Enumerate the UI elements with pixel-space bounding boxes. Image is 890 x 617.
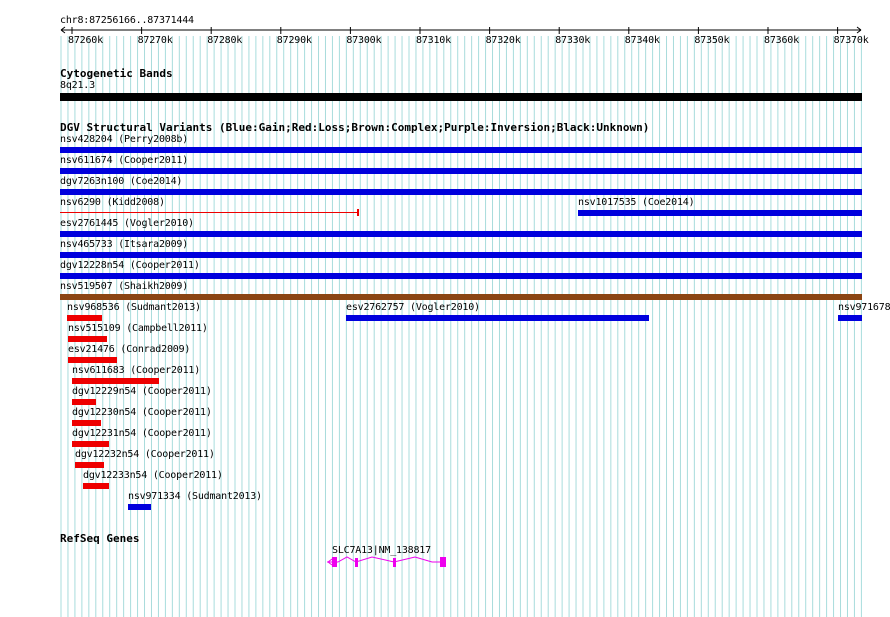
variant-bar[interactable] xyxy=(72,420,101,426)
variant-label: dgv12231n54 (Cooper2011) xyxy=(72,428,212,439)
variant-bar[interactable] xyxy=(60,147,862,153)
ruler-tick-label: 87330k xyxy=(555,35,591,46)
variant-label: esv2761445 (Vogler2010) xyxy=(60,218,194,229)
ruler-tick-label: 87320k xyxy=(485,35,521,46)
ruler-tick-label: 87370k xyxy=(833,35,869,46)
variant-bar[interactable] xyxy=(68,357,117,363)
variant-line[interactable] xyxy=(60,212,358,213)
ruler-tick-label: 87280k xyxy=(207,35,243,46)
variant-bar[interactable] xyxy=(72,378,159,384)
variant-label: esv21476 (Conrad2009) xyxy=(68,344,191,355)
variant-bar[interactable] xyxy=(67,315,102,321)
ruler-tick-label: 87310k xyxy=(416,35,451,46)
cytoband-bar[interactable] xyxy=(60,93,862,101)
variant-label: nsv968536 (Sudmant2013) xyxy=(67,302,201,313)
variant-bar[interactable] xyxy=(60,294,862,300)
variant-bar[interactable] xyxy=(60,231,862,237)
variant-label: nsv515109 (Campbell2011) xyxy=(68,323,208,334)
dgv-track-title: DGV Structural Variants (Blue:Gain;Red:L… xyxy=(60,121,650,134)
variant-label: nsv519507 (Shaikh2009) xyxy=(60,281,189,292)
gene-intron-line xyxy=(327,556,444,563)
variant-bar[interactable] xyxy=(72,399,96,405)
variant-label: nsv971334 (Sudmant2013) xyxy=(128,491,262,502)
variant-bar[interactable] xyxy=(60,273,862,279)
variant-bar[interactable] xyxy=(346,315,649,321)
variant-label: nsv1017535 (Coe2014) xyxy=(578,197,695,208)
gene-exon xyxy=(332,557,337,567)
ruler-tick-label: 87290k xyxy=(276,35,312,46)
variant-bar[interactable] xyxy=(838,315,862,321)
variant-label: dgv12230n54 (Cooper2011) xyxy=(72,407,212,418)
ruler-tick-label: 87340k xyxy=(624,35,660,46)
variant-label: dgv12233n54 (Cooper2011) xyxy=(83,470,223,481)
variant-label: esv2762757 (Vogler2010) xyxy=(346,302,480,313)
variant-bar[interactable] xyxy=(68,336,107,342)
gene-exon xyxy=(440,557,446,567)
variant-label: nsv428204 (Perry2008b) xyxy=(60,134,189,145)
ruler-tick-label: 87270k xyxy=(137,35,173,46)
gene-exon xyxy=(355,558,358,567)
variant-end-tick xyxy=(357,209,359,216)
ruler-tick-label: 87360k xyxy=(764,35,799,46)
cytoband-label: 8q21.3 xyxy=(60,80,95,91)
variant-label: dgv12232n54 (Cooper2011) xyxy=(75,449,215,460)
gene-exon xyxy=(393,558,396,567)
variant-label: nsv611674 (Cooper2011) xyxy=(60,155,189,166)
variant-label: dgv7263n100 (Coe2014) xyxy=(60,176,183,187)
variant-label: nsv611683 (Cooper2011) xyxy=(72,365,201,376)
cytoband-track-title: Cytogenetic Bands xyxy=(60,67,173,80)
variant-bar[interactable] xyxy=(83,483,109,489)
variant-label: dgv12229n54 (Cooper2011) xyxy=(72,386,212,397)
variant-bar[interactable] xyxy=(60,252,862,258)
variant-bar[interactable] xyxy=(72,441,109,447)
variant-bar[interactable] xyxy=(128,504,151,510)
variant-bar[interactable] xyxy=(578,210,862,216)
refseq-track-title: RefSeq Genes xyxy=(60,532,140,545)
variant-label: nsv6290 (Kidd2008) xyxy=(60,197,165,208)
variant-bar[interactable] xyxy=(60,168,862,174)
variant-label: dgv12228n54 (Cooper2011) xyxy=(60,260,200,271)
ruler-tick-label: 87300k xyxy=(346,35,382,46)
ruler-tick-label: 87350k xyxy=(694,35,730,46)
variant-bar[interactable] xyxy=(60,189,862,195)
variant-label: nsv465733 (Itsara2009) xyxy=(60,239,189,250)
variant-bar[interactable] xyxy=(75,462,104,468)
ruler-tick-label: 87260k xyxy=(68,35,103,46)
variant-label: nsv971678 xyxy=(838,302,890,313)
gene-model[interactable] xyxy=(320,553,455,573)
